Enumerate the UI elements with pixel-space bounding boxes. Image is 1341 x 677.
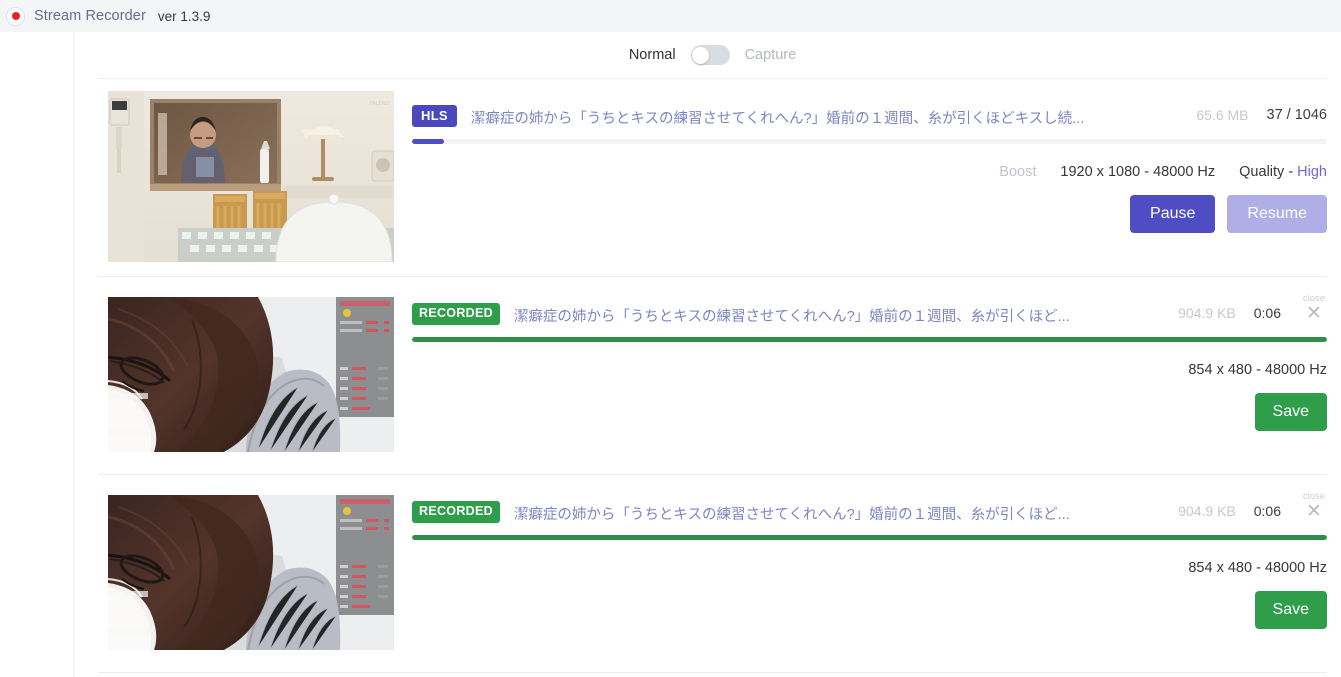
- status-badge: HLS: [412, 105, 457, 127]
- person-with-mask-thumbnail[interactable]: [108, 289, 394, 460]
- quality-text: Quality -: [1239, 164, 1298, 180]
- room-with-mirror-thumbnail[interactable]: FALENO: [108, 91, 394, 262]
- specs-row: Boost 1920 x 1080 - 48000 Hz Quality - H…: [412, 164, 1327, 180]
- title-row: RECORDED 潔癖症の姉から「うちとキスの練習させてくれへん?」婚前の１週間…: [412, 487, 1327, 524]
- download-info: HLS 潔癖症の姉から「うちとキスの練習させてくれへん?」婚前の１週間、糸が引く…: [412, 91, 1327, 262]
- app-titlebar: Stream Recorder ver 1.3.9: [0, 0, 1341, 32]
- specs-row: 854 x 480 - 48000 Hz: [412, 362, 1327, 378]
- quality-value[interactable]: High: [1297, 164, 1327, 180]
- progress-fill: [412, 139, 445, 144]
- video-title[interactable]: 潔癖症の姉から「うちとキスの練習させてくれへん?」婚前の１週間、糸が引くほど..…: [514, 501, 1164, 524]
- specs-row: 854 x 480 - 48000 Hz: [412, 560, 1327, 576]
- left-gutter: [0, 32, 74, 677]
- mode-switch-bar: Normal Capture: [98, 32, 1327, 78]
- progress-fill: [412, 535, 1327, 540]
- app-version: ver 1.3.9: [157, 8, 211, 24]
- meta-right: 65.6 MB 37 / 1046: [1196, 105, 1327, 123]
- close-x-icon: ✕: [1306, 500, 1322, 523]
- boost-label[interactable]: Boost: [999, 164, 1036, 180]
- action-row: Pause Resume: [412, 195, 1327, 233]
- download-item: RECORDED 潔癖症の姉から「うちとキスの練習させてくれへん?」婚前の１週間…: [98, 474, 1327, 673]
- download-info: RECORDED 潔癖症の姉から「うちとキスの練習させてくれへん?」婚前の１週間…: [412, 289, 1327, 460]
- main-content: Normal Capture FALENO HLS 潔癖症の姉から「うちとキスの…: [74, 32, 1341, 677]
- resolution-label: 854 x 480 - 48000 Hz: [1188, 560, 1327, 576]
- status-badge: RECORDED: [412, 303, 500, 325]
- title-row: RECORDED 潔癖症の姉から「うちとキスの練習させてくれへん?」婚前の１週間…: [412, 289, 1327, 326]
- resolution-label: 854 x 480 - 48000 Hz: [1188, 362, 1327, 378]
- pause-button[interactable]: Pause: [1130, 195, 1216, 233]
- close-x-icon: ✕: [1306, 302, 1322, 325]
- segment-counter: 37 / 1046: [1266, 107, 1327, 123]
- resume-button: Resume: [1227, 195, 1327, 233]
- toggle-knob: [692, 46, 710, 64]
- progress-fill: [412, 337, 1327, 342]
- video-title[interactable]: 潔癖症の姉から「うちとキスの練習させてくれへん?」婚前の１週間、糸が引くほど..…: [514, 303, 1164, 326]
- save-button[interactable]: Save: [1254, 591, 1327, 629]
- record-dot-icon: [6, 6, 25, 26]
- mode-label-capture[interactable]: Capture: [745, 47, 797, 63]
- svg-text:FALENO: FALENO: [370, 101, 390, 107]
- download-progress-bar: [412, 139, 1327, 144]
- action-row: Save: [412, 591, 1327, 629]
- status-badge: RECORDED: [412, 501, 500, 523]
- video-title[interactable]: 潔癖症の姉から「うちとキスの練習させてくれへん?」婚前の１週間、糸が引くほどキス…: [471, 105, 1182, 128]
- mode-label-normal[interactable]: Normal: [629, 47, 676, 63]
- save-button[interactable]: Save: [1254, 393, 1327, 431]
- duration: 0:06: [1253, 305, 1281, 321]
- download-progress-bar: [412, 535, 1327, 540]
- meta-right: 904.9 KB 0:06 close ✕: [1178, 293, 1327, 323]
- person-with-mask-thumbnail[interactable]: [108, 487, 394, 658]
- capture-mode-toggle[interactable]: [690, 45, 730, 65]
- file-size: 65.6 MB: [1196, 107, 1249, 123]
- duration: 0:06: [1253, 503, 1281, 519]
- download-info: RECORDED 潔癖症の姉から「うちとキスの練習させてくれへん?」婚前の１週間…: [412, 487, 1327, 658]
- action-row: Save: [412, 393, 1327, 431]
- file-size: 904.9 KB: [1178, 305, 1236, 321]
- quality-label: Quality - High: [1239, 164, 1327, 180]
- download-item: RECORDED 潔癖症の姉から「うちとキスの練習させてくれへん?」婚前の１週間…: [98, 276, 1327, 474]
- resolution-label: 1920 x 1080 - 48000 Hz: [1060, 164, 1216, 180]
- download-item: FALENO HLS 潔癖症の姉から「うちとキスの練習させてくれへん?」婚前の１…: [98, 78, 1327, 276]
- page-body: Normal Capture FALENO HLS 潔癖症の姉から「うちとキスの…: [0, 32, 1341, 677]
- meta-right: 904.9 KB 0:06 close ✕: [1178, 491, 1327, 521]
- title-row: HLS 潔癖症の姉から「うちとキスの練習させてくれへん?」婚前の１週間、糸が引く…: [412, 91, 1327, 128]
- close-recording-button[interactable]: close ✕: [1301, 293, 1327, 325]
- app-name: Stream Recorder: [34, 8, 146, 24]
- close-recording-button[interactable]: close ✕: [1301, 491, 1327, 523]
- file-size: 904.9 KB: [1178, 503, 1236, 519]
- download-progress-bar: [412, 337, 1327, 342]
